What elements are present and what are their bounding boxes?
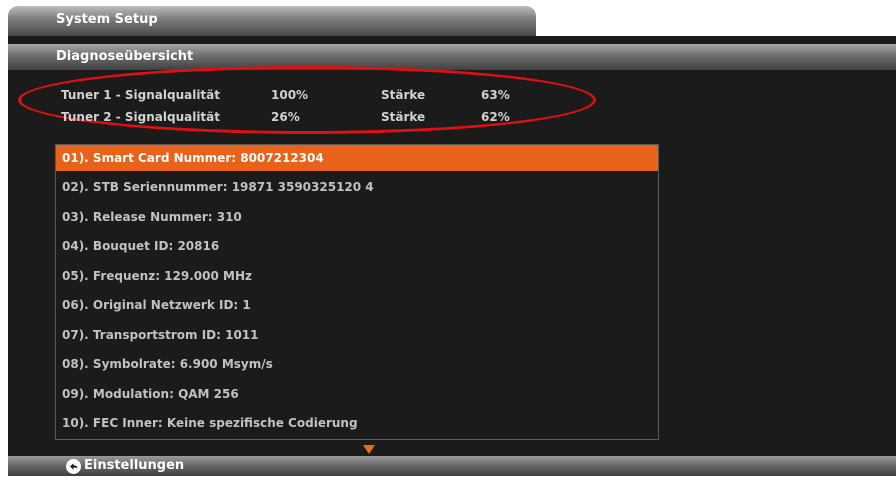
- tuner-2-strength: 62%: [481, 110, 510, 124]
- list-item-02[interactable]: 02). STB Seriennummer: 19871 3590325120 …: [56, 174, 658, 200]
- tuner-2-strength-label: Stärke: [381, 110, 426, 124]
- diagnostics-list: 01). Smart Card Nummer: 8007212304 02). …: [55, 144, 659, 440]
- list-item-06[interactable]: 06). Original Netzwerk ID: 1: [56, 292, 658, 318]
- list-item-08[interactable]: 08). Symbolrate: 6.900 Msym/s: [56, 351, 658, 377]
- page-title-bar: Diagnoseübersicht: [8, 44, 896, 70]
- footer-bar: Einstellungen: [8, 456, 896, 476]
- settings-back-label[interactable]: Einstellungen: [84, 458, 184, 473]
- list-item-10[interactable]: 10). FEC Inner: Keine spezifische Codier…: [56, 410, 658, 436]
- list-item-05[interactable]: 05). Frequenz: 129.000 MHz: [56, 263, 658, 289]
- scroll-down-arrow-icon[interactable]: [363, 445, 375, 454]
- tuner-1-strength: 63%: [481, 88, 510, 102]
- list-item-01[interactable]: 01). Smart Card Nummer: 8007212304: [56, 145, 658, 171]
- list-item-09[interactable]: 09). Modulation: QAM 256: [56, 381, 658, 407]
- window-title-tab: System Setup: [8, 6, 536, 36]
- tuner-1-strength-label: Stärke: [381, 88, 426, 102]
- list-item-03[interactable]: 03). Release Nummer: 310: [56, 204, 658, 230]
- list-item-07[interactable]: 07). Transportstrom ID: 1011: [56, 322, 658, 348]
- tuner-2-label: Tuner 2 - Signalqualität: [61, 110, 220, 124]
- diagnostics-screen: Diagnoseübersicht Tuner 1 - Signalqualit…: [8, 36, 896, 476]
- tuner-1-quality: 100%: [271, 88, 309, 102]
- back-arrow-icon[interactable]: [66, 459, 81, 474]
- tuner-2-quality: 26%: [271, 110, 300, 124]
- page-title: Diagnoseübersicht: [56, 49, 194, 64]
- tuner-1-label: Tuner 1 - Signalqualität: [61, 88, 220, 102]
- window-title: System Setup: [56, 12, 158, 27]
- list-item-04[interactable]: 04). Bouquet ID: 20816: [56, 233, 658, 259]
